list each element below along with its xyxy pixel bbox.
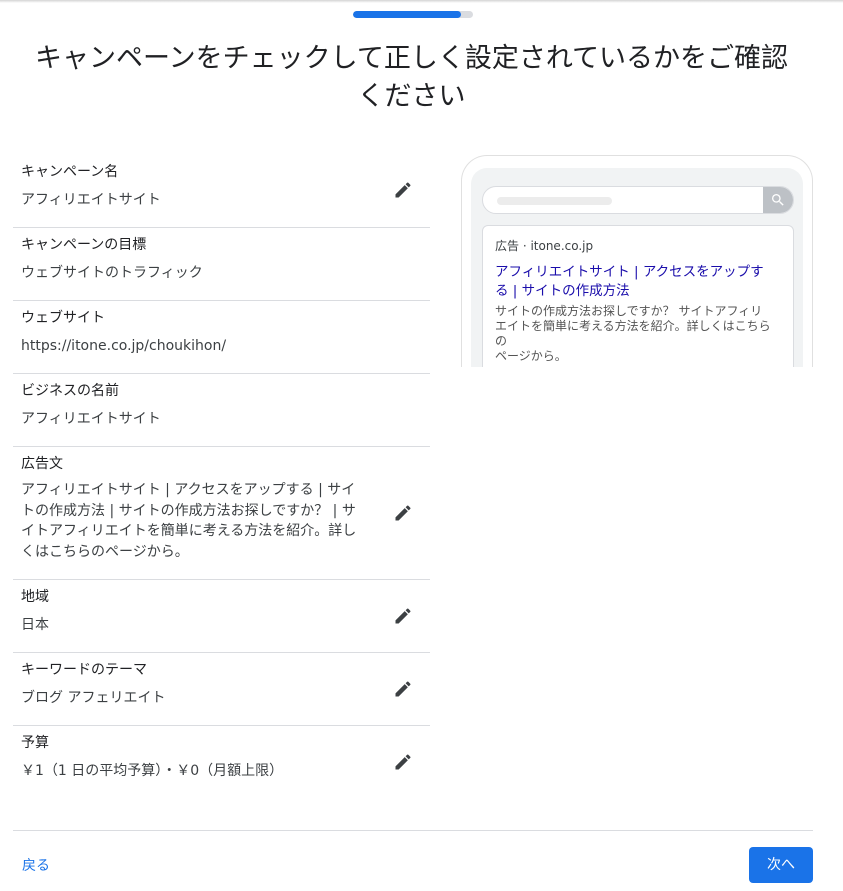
ad-description-line-2: エイトを簡単に考える方法を紹介。詳しくはこちらの xyxy=(495,319,771,348)
summary-row-campaign-name: キャンペーン名 アフィリエイトサイト xyxy=(13,155,430,228)
pencil-icon xyxy=(395,182,411,198)
ad-description: サイトの作成方法お探しですか？ サイトアフィリ エイトを簡単に考える方法を紹介。… xyxy=(495,304,781,364)
ad-text-line: くはこちらのページから。 xyxy=(21,543,189,560)
ad-preview-screen: 広告 · itone.co.jp アフィリエイトサイト | アクセスをアップす … xyxy=(471,168,803,367)
ad-text-line: イトアフィリエイトを簡単に考える方法を紹介。詳し xyxy=(21,523,357,539)
business-name-value: アフィリエイトサイト xyxy=(21,411,161,427)
keyword-theme-label: キーワードのテーマ xyxy=(21,662,147,678)
pencil-icon xyxy=(395,505,411,521)
campaign-summary-list: キャンペーン名 アフィリエイトサイト キャンペーンの目標 ウェブサイトのトラフィ… xyxy=(13,155,430,799)
summary-row-region: 地域 日本 xyxy=(13,580,430,653)
summary-row-keyword-theme: キーワードのテーマ ブログ アフェリエイト xyxy=(13,653,430,726)
edit-campaign-name-button[interactable] xyxy=(391,178,415,202)
page-title: キャンペーンをチェックして正しく設定されているかをご確認 ください xyxy=(10,40,813,116)
ad-headline[interactable]: アフィリエイトサイト | アクセスをアップす る | サイトの作成方法 xyxy=(495,263,781,301)
edit-region-button[interactable] xyxy=(391,604,415,628)
ad-text-line: トの作成方法 | サイトの作成方法お探しですか？ | サ xyxy=(21,502,356,519)
pencil-icon xyxy=(395,754,411,770)
summary-row-business-name: ビジネスの名前 アフィリエイトサイト xyxy=(13,374,430,447)
budget-value: ￥1（1 日の平均予算）・￥0（月額上限） xyxy=(21,763,284,779)
ad-headline-line-2: る | サイトの作成方法 xyxy=(495,283,630,299)
region-value: 日本 xyxy=(21,617,49,633)
keyword-theme-value: ブログ アフェリエイト xyxy=(21,690,166,706)
ad-text-value: アフィリエイトサイト | アクセスをアップする | サイ トの作成方法 | サイ… xyxy=(21,480,370,562)
progress-bar xyxy=(353,11,473,18)
ad-headline-line-1: アフィリエイトサイト | アクセスをアップす xyxy=(495,264,764,280)
summary-row-campaign-goal: キャンペーンの目標 ウェブサイトのトラフィック xyxy=(13,228,430,301)
preview-search-bar xyxy=(482,186,794,214)
summary-row-website: ウェブサイト https://itone.co.jp/choukihon/ xyxy=(13,301,430,374)
ad-description-line-3: ページから。 xyxy=(495,349,567,363)
pencil-icon xyxy=(395,608,411,624)
website-label: ウェブサイト xyxy=(21,310,105,326)
ad-meta: 広告 · itone.co.jp xyxy=(495,239,594,253)
ad-text-label: 広告文 xyxy=(21,456,63,472)
edit-budget-button[interactable] xyxy=(391,750,415,774)
edit-keyword-theme-button[interactable] xyxy=(391,677,415,701)
region-label: 地域 xyxy=(21,589,49,605)
campaign-goal-value: ウェブサイトのトラフィック xyxy=(21,265,203,281)
progress-bar-fill xyxy=(353,11,461,18)
footer-divider xyxy=(13,830,813,831)
ad-text-line: アフィリエイトサイト | アクセスをアップする | サイ xyxy=(21,482,356,498)
page-title-line-2: ください xyxy=(357,81,466,112)
summary-row-budget: 予算 ￥1（1 日の平均予算）・￥0（月額上限） xyxy=(13,726,430,799)
summary-row-ad-text: 広告文 アフィリエイトサイト | アクセスをアップする | サイ トの作成方法 … xyxy=(13,447,430,580)
top-shadow xyxy=(0,0,843,3)
campaign-name-value: アフィリエイトサイト xyxy=(21,192,161,208)
next-button[interactable]: 次へ xyxy=(749,847,813,883)
preview-search-button[interactable] xyxy=(763,187,793,213)
campaign-name-label: キャンペーン名 xyxy=(21,164,119,180)
ad-preview-phone: 広告 · itone.co.jp アフィリエイトサイト | アクセスをアップす … xyxy=(461,155,813,367)
business-name-label: ビジネスの名前 xyxy=(21,383,119,399)
search-icon xyxy=(772,194,784,206)
pencil-icon xyxy=(395,681,411,697)
edit-ad-text-button[interactable] xyxy=(391,501,415,525)
search-placeholder-bar xyxy=(497,197,612,205)
preview-ad-card: 広告 · itone.co.jp アフィリエイトサイト | アクセスをアップす … xyxy=(482,225,794,367)
page-title-line-1: キャンペーンをチェックして正しく設定されているかをご確認 xyxy=(34,43,789,74)
website-value: https://itone.co.jp/choukihon/ xyxy=(21,338,227,354)
ad-description-line-1: サイトの作成方法お探しですか？ サイトアフィリ xyxy=(495,304,763,318)
back-button[interactable]: 戻る xyxy=(22,856,50,876)
budget-label: 予算 xyxy=(21,735,49,751)
campaign-goal-label: キャンペーンの目標 xyxy=(21,237,147,253)
